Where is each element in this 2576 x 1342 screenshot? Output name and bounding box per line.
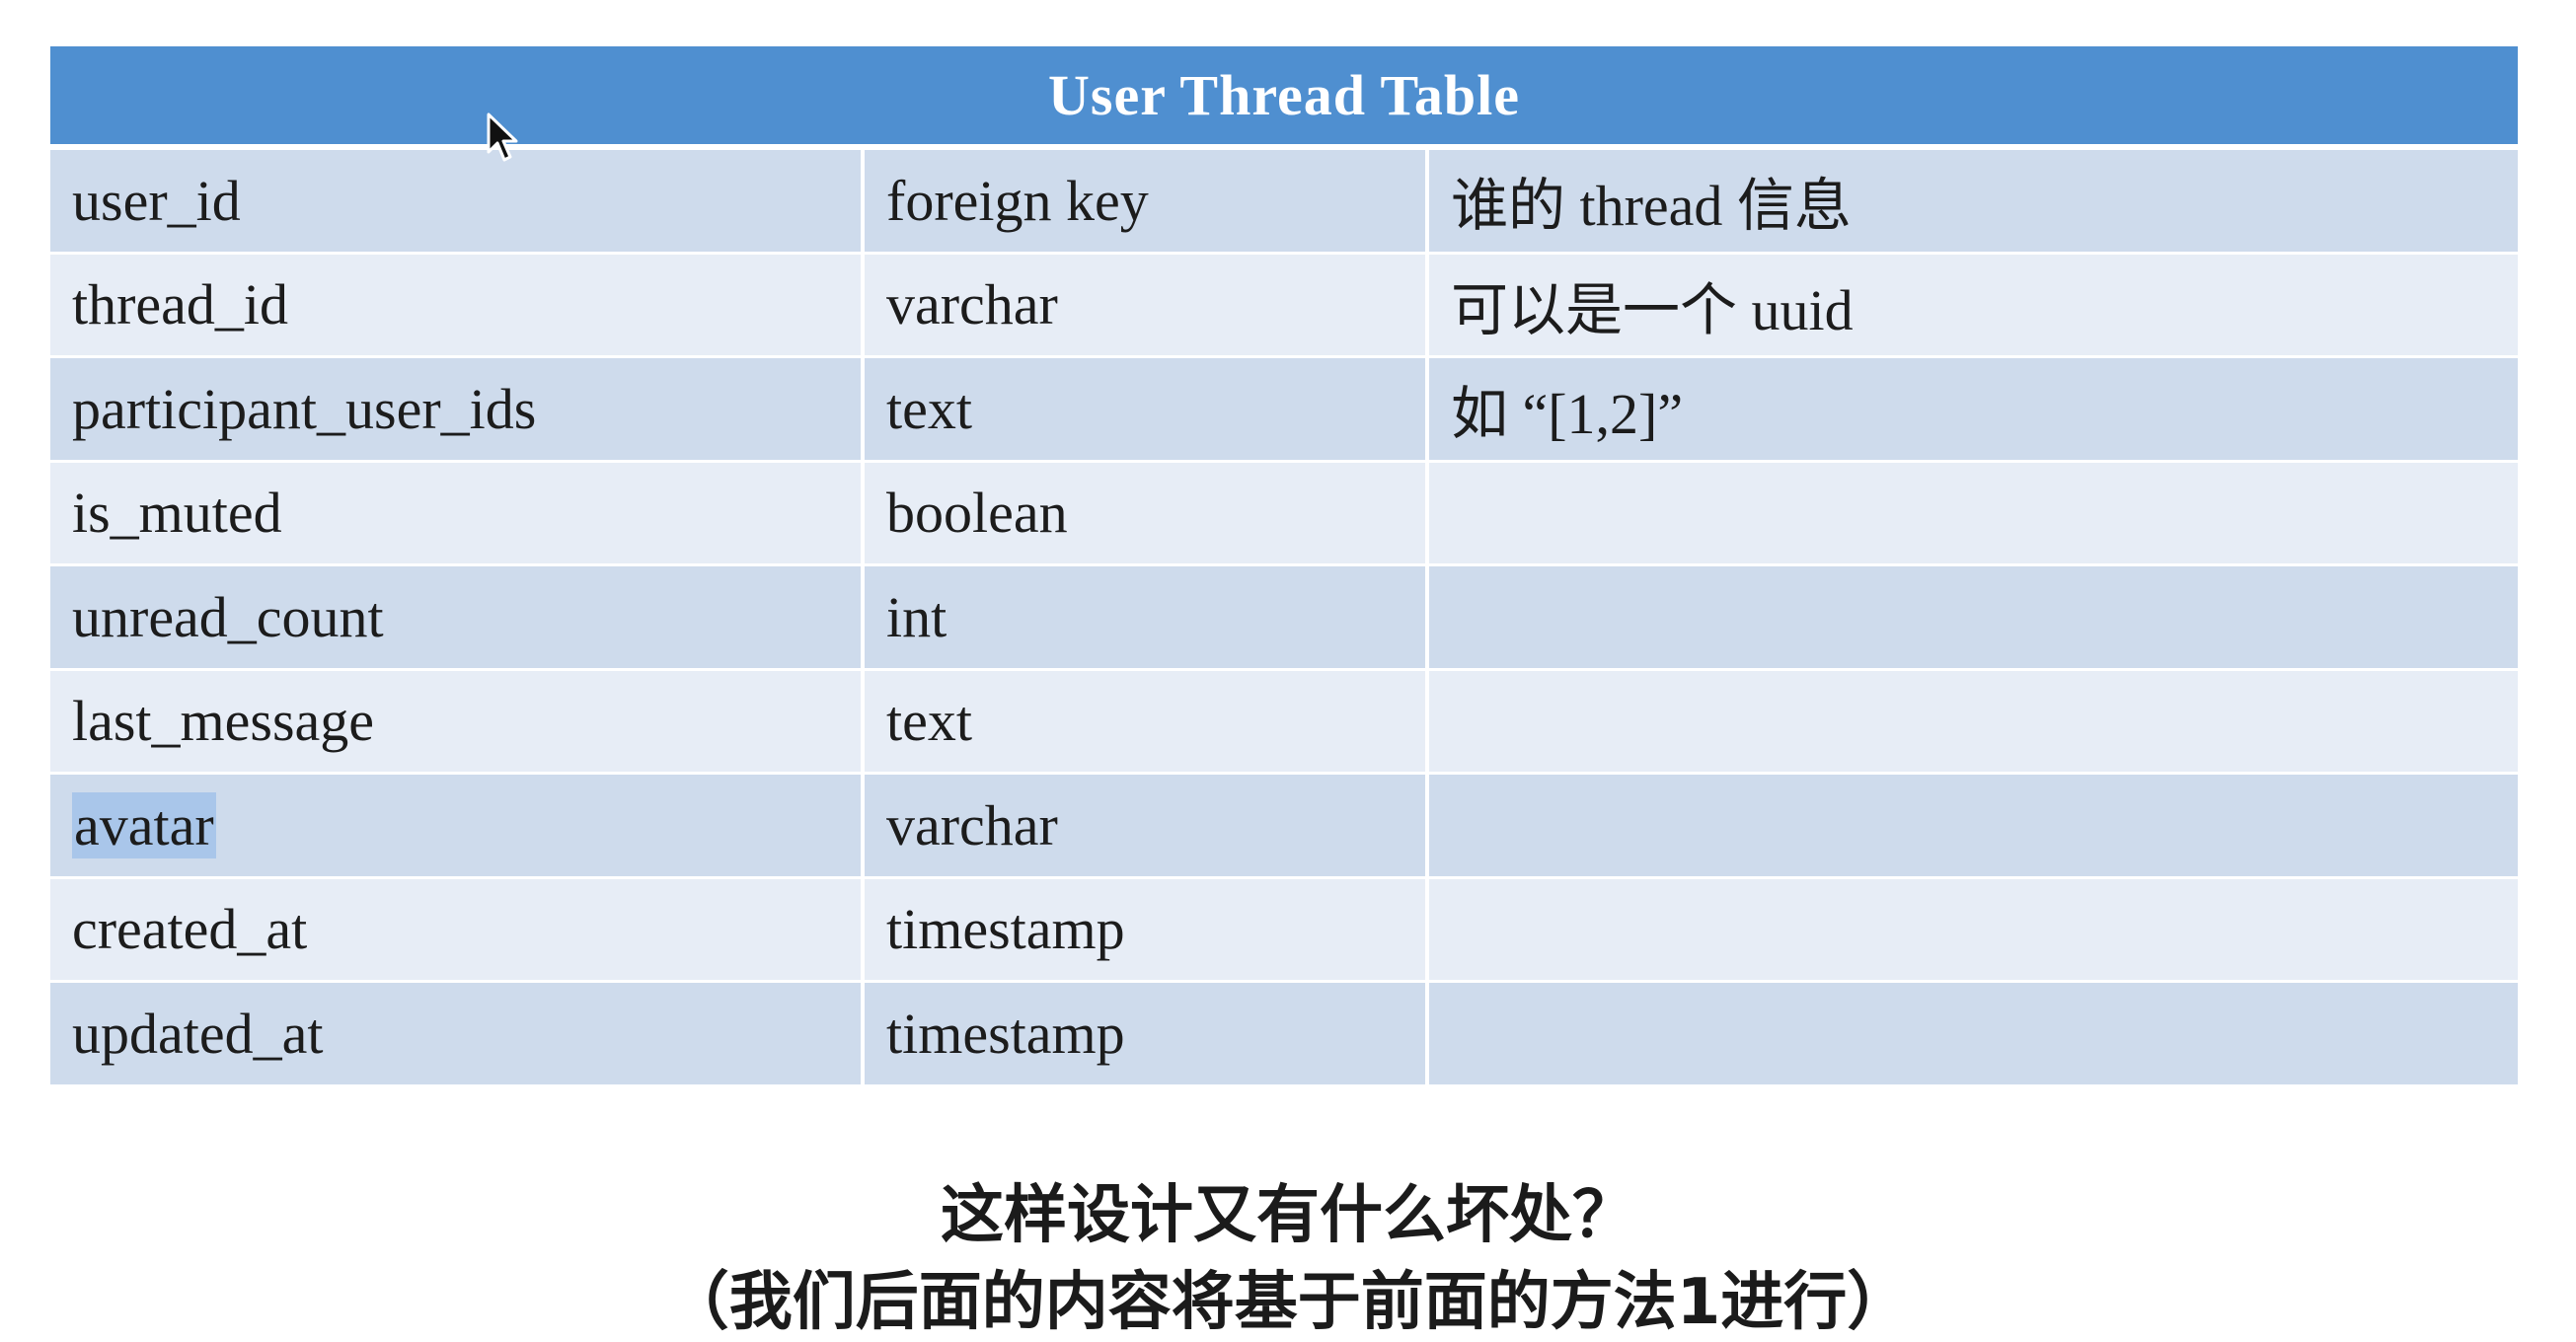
field-cell[interactable]: unread_count: [50, 566, 865, 668]
caption-question: 这样设计又有什么坏处？: [941, 1179, 1635, 1252]
field-cell[interactable]: is_muted: [50, 462, 865, 563]
note-cell[interactable]: [1429, 670, 2518, 772]
table-row: is_muted boolean: [50, 462, 2518, 566]
table-row: created_at timestamp: [50, 878, 2518, 983]
type-cell[interactable]: text: [865, 358, 1429, 460]
table-row: thread_id varchar 可以是一个 uuid: [50, 254, 2518, 358]
table-title: User Thread Table: [50, 46, 2518, 150]
field-cell[interactable]: participant_user_ids: [50, 358, 865, 460]
type-cell[interactable]: text: [865, 670, 1429, 772]
table-row: last_message text: [50, 670, 2518, 775]
user-thread-table: User Thread Table user_id foreign key 谁的…: [50, 46, 2518, 1087]
field-cell[interactable]: thread_id: [50, 254, 865, 355]
table-row: user_id foreign key 谁的 thread 信息: [50, 150, 2518, 255]
field-cell[interactable]: avatar: [50, 775, 865, 876]
caption-note: （我们后面的内容将基于前面的方法1进行）: [665, 1266, 1911, 1339]
field-cell[interactable]: user_id: [50, 150, 865, 252]
table-row: participant_user_ids text 如 “[1,2]”: [50, 358, 2518, 463]
selected-text[interactable]: avatar: [72, 791, 216, 858]
note-cell[interactable]: 可以是一个 uuid: [1429, 254, 2518, 355]
mouse-pointer-icon: [487, 112, 518, 162]
note-cell[interactable]: [1429, 775, 2518, 876]
type-cell[interactable]: varchar: [865, 254, 1429, 355]
table-row: avatar varchar: [50, 775, 2518, 879]
type-cell[interactable]: boolean: [865, 462, 1429, 563]
type-cell[interactable]: int: [865, 566, 1429, 668]
note-cell[interactable]: 谁的 thread 信息: [1429, 150, 2518, 252]
table-row: updated_at timestamp: [50, 983, 2518, 1087]
note-cell[interactable]: 如 “[1,2]”: [1429, 358, 2518, 460]
table-row: unread_count int: [50, 566, 2518, 671]
type-cell[interactable]: timestamp: [865, 983, 1429, 1084]
type-cell[interactable]: timestamp: [865, 878, 1429, 980]
note-cell[interactable]: [1429, 566, 2518, 668]
type-cell[interactable]: varchar: [865, 775, 1429, 876]
note-cell[interactable]: [1429, 983, 2518, 1084]
field-cell[interactable]: created_at: [50, 878, 865, 980]
type-cell[interactable]: foreign key: [865, 150, 1429, 252]
note-cell[interactable]: [1429, 462, 2518, 563]
note-cell[interactable]: [1429, 878, 2518, 980]
field-cell[interactable]: updated_at: [50, 983, 865, 1084]
field-cell[interactable]: last_message: [50, 670, 865, 772]
